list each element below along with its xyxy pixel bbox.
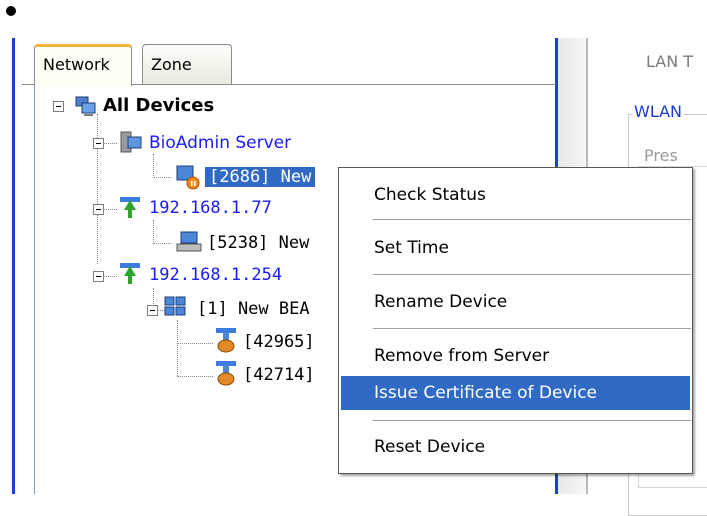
collapse-toggle[interactable] [53, 101, 64, 112]
menu-item-label: Set Time [374, 238, 449, 258]
menu-item-label: Issue Certificate of Device [374, 383, 598, 403]
menu-item-issue-certificate[interactable]: Issue Certificate of Device [341, 376, 690, 410]
device-node-icon [216, 361, 236, 386]
tree-line [97, 114, 98, 264]
server-icon [120, 131, 142, 153]
device-group-icon [164, 296, 186, 316]
tree-line [153, 177, 171, 178]
tab-zone[interactable]: Zone [142, 44, 232, 84]
tree-line [153, 220, 154, 244]
menu-item-label: Remove from Server [374, 346, 550, 366]
tree-item-label: 192.168.1.254 [149, 265, 283, 285]
terminal-icon [176, 231, 202, 252]
menu-item-remove-from-server[interactable]: Remove from Server [341, 339, 690, 373]
tab-zone-label: Zone [151, 55, 192, 74]
tree-item-42714[interactable]: [42714] [243, 362, 315, 388]
device-alert-icon [176, 165, 200, 190]
computers-icon [75, 96, 96, 116]
menu-separator [373, 274, 691, 276]
tree-item-label: [1] New BEA [197, 299, 310, 319]
device-node-icon [216, 328, 236, 353]
tree-line [153, 154, 154, 178]
tab-network-label: Network [43, 55, 110, 74]
wlan-label: WLAN [632, 102, 685, 121]
tree-item-ip-77[interactable]: 192.168.1.77 [149, 195, 272, 221]
context-menu: Check Status Set Time Rename Device Remo… [338, 167, 693, 474]
menu-item-set-time[interactable]: Set Time [341, 231, 690, 265]
pres-label: Pres [644, 146, 678, 165]
tree-item-label: [42714] [243, 365, 315, 385]
tree-item-ip-254[interactable]: 192.168.1.254 [149, 262, 282, 288]
pane-border-left [12, 38, 15, 494]
tree-item-5238[interactable]: [5238] New [207, 230, 309, 256]
tree-item-all-devices[interactable]: All Devices [103, 93, 214, 119]
tree-item-42965[interactable]: [42965] [243, 329, 315, 355]
tree-item-label: [2686] New [205, 167, 316, 187]
menu-separator [373, 219, 691, 221]
menu-separator [373, 420, 691, 422]
tree-item-label: [42965] [243, 332, 315, 352]
collapse-toggle[interactable] [147, 305, 158, 316]
tree-item-label: All Devices [103, 95, 215, 116]
tab-network[interactable]: Network [34, 44, 132, 86]
bullet-dot [6, 6, 16, 16]
collapse-toggle[interactable] [93, 204, 104, 215]
tree-item-label: BioAdmin Server [149, 133, 292, 153]
menu-item-label: Check Status [374, 185, 486, 205]
tree-item-label: 192.168.1.77 [149, 198, 272, 218]
menu-separator [373, 328, 691, 330]
tree-line [177, 343, 213, 344]
tab-bar: Network Zone [22, 44, 556, 86]
network-node-icon [120, 197, 140, 218]
tree-line [177, 376, 213, 377]
menu-item-label: Rename Device [374, 292, 508, 312]
menu-item-check-status[interactable]: Check Status [341, 178, 690, 212]
menu-item-label: Reset Device [374, 437, 486, 457]
menu-item-reset-device[interactable]: Reset Device [341, 430, 690, 464]
collapse-toggle[interactable] [93, 138, 104, 149]
network-node-icon [120, 263, 140, 284]
tree-item-label: [5238] New [207, 233, 310, 253]
collapse-toggle[interactable] [93, 271, 104, 282]
menu-item-rename-device[interactable]: Rename Device [341, 285, 690, 319]
tree-line [177, 320, 178, 376]
tree-line [153, 243, 171, 244]
tree-item-2686[interactable]: [2686] New [205, 164, 316, 190]
tree-item-bioadmin-server[interactable]: BioAdmin Server [149, 130, 291, 156]
lan-label: LAN T [646, 52, 694, 71]
tree-item-new-bea[interactable]: [1] New BEA [197, 296, 310, 322]
